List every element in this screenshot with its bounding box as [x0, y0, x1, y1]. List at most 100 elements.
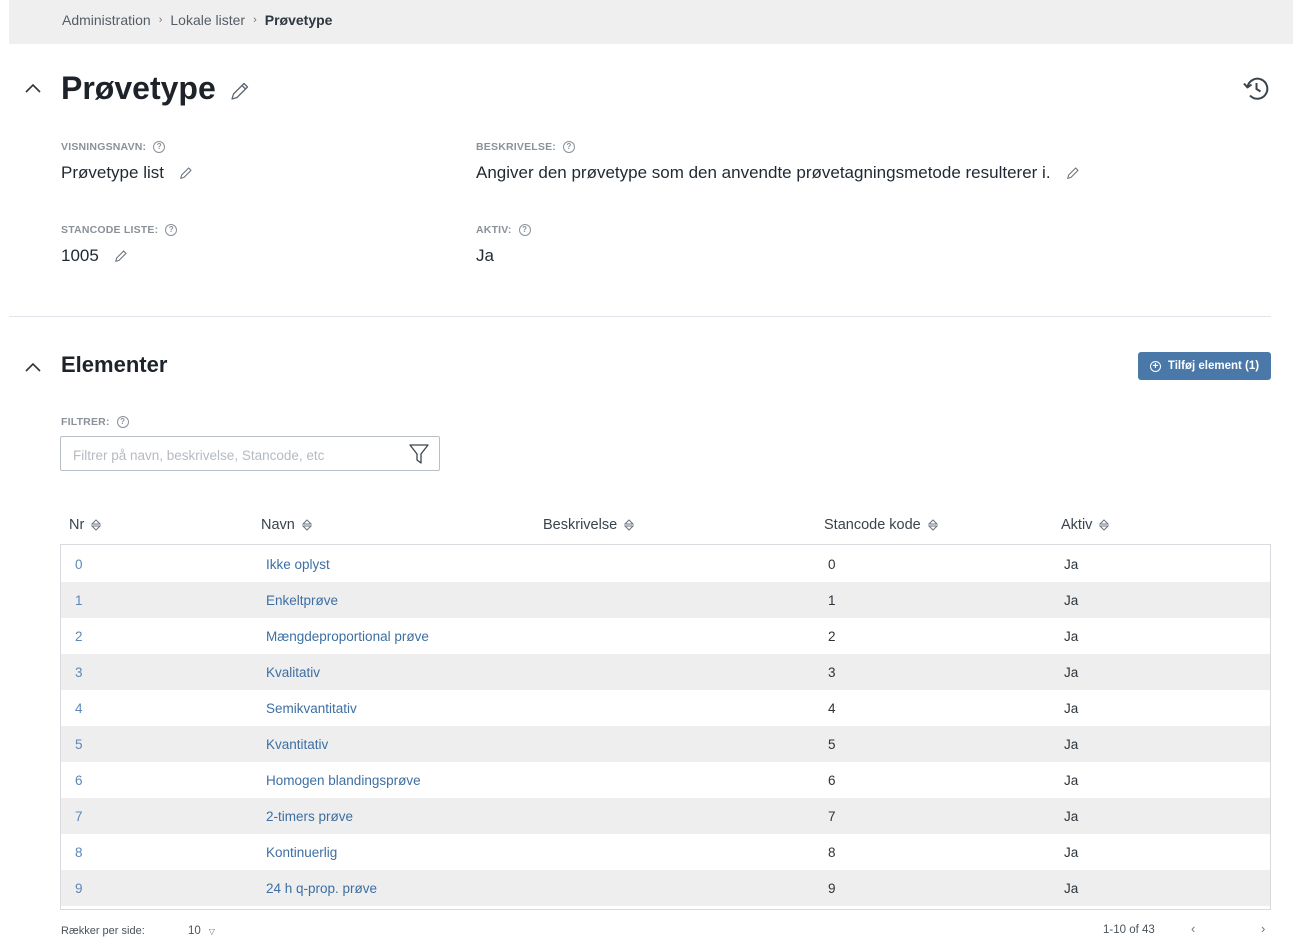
- cell-aktiv: Ja: [1064, 701, 1079, 716]
- sort-icon: [91, 519, 102, 531]
- visningsnavn-label: VISNINGSNAVN: ?: [61, 141, 166, 153]
- cell-nr: 1: [75, 593, 83, 608]
- cell-navn-link[interactable]: Kvantitativ: [266, 737, 328, 752]
- table-row[interactable]: 0 Ikke oplyst 0 Ja: [61, 546, 1270, 582]
- table-row[interactable]: 1 Enkeltprøve 1 Ja: [61, 582, 1270, 618]
- column-header-aktiv[interactable]: Aktiv: [1061, 517, 1110, 533]
- rows-per-page-label: Rækker per side:: [61, 925, 145, 937]
- column-header-navn[interactable]: Navn: [261, 517, 312, 533]
- aktiv-value: Ja: [476, 246, 494, 265]
- cell-stancode: 1: [828, 593, 836, 608]
- column-header-beskrivelse[interactable]: Beskrivelse: [543, 517, 635, 533]
- sort-icon: [301, 519, 312, 531]
- cell-aktiv: Ja: [1064, 629, 1079, 644]
- cell-aktiv: Ja: [1064, 593, 1079, 608]
- breadcrumb-item-administration[interactable]: Administration: [62, 12, 151, 28]
- section-divider: [9, 316, 1271, 317]
- stancode-liste-value: 1005: [61, 246, 129, 266]
- breadcrumb-separator-icon: ›: [158, 14, 163, 26]
- table-row[interactable]: 9 24 h q-prop. prøve 9 Ja: [61, 870, 1270, 906]
- chevron-up-icon[interactable]: [22, 78, 44, 100]
- section-title: Elementer: [61, 352, 168, 377]
- cell-nr: 2: [75, 629, 83, 644]
- cell-aktiv: Ja: [1064, 737, 1079, 752]
- column-header-nr[interactable]: Nr: [69, 517, 102, 533]
- table-row[interactable]: 3 Kvalitativ 3 Ja: [61, 654, 1270, 690]
- table-row[interactable]: 4 Semikvantitativ 4 Ja: [61, 690, 1270, 726]
- cell-navn-link[interactable]: Semikvantitativ: [266, 701, 357, 716]
- help-icon[interactable]: ?: [518, 224, 531, 236]
- table-row[interactable]: 6 Homogen blandingsprøve 6 Ja: [61, 762, 1270, 798]
- cell-stancode: 5: [828, 737, 836, 752]
- previous-page-button[interactable]: ‹: [1191, 921, 1195, 936]
- cell-navn-link[interactable]: Mængdeproportional prøve: [266, 629, 429, 644]
- breadcrumb: Administration › Lokale lister › Prøvety…: [62, 12, 332, 28]
- cell-aktiv: Ja: [1064, 773, 1079, 788]
- pencil-icon[interactable]: [178, 165, 194, 181]
- sort-icon: [927, 519, 938, 531]
- cell-nr: 0: [75, 557, 83, 572]
- help-icon[interactable]: ?: [116, 416, 129, 428]
- history-icon[interactable]: [1241, 74, 1271, 104]
- cell-nr: 4: [75, 701, 83, 716]
- filter-icon[interactable]: [408, 442, 430, 466]
- breadcrumb-separator-icon: ›: [253, 14, 257, 26]
- help-icon[interactable]: ?: [165, 224, 178, 236]
- cell-navn-link[interactable]: Kontinuerlig: [266, 845, 337, 860]
- cell-navn-link[interactable]: 2-timers prøve: [266, 809, 353, 824]
- aktiv-label: AKTIV: ?: [476, 224, 531, 236]
- next-page-button[interactable]: ›: [1261, 921, 1265, 936]
- cell-stancode: 4: [828, 701, 836, 716]
- column-header-stancode-kode[interactable]: Stancode kode: [824, 517, 938, 533]
- cell-stancode: 0: [828, 557, 836, 572]
- stancode-liste-label: STANCODE LISTE: ?: [61, 224, 178, 236]
- table-row[interactable]: 7 2-timers prøve 7 Ja: [61, 798, 1270, 834]
- filter-input[interactable]: [71, 443, 395, 467]
- pencil-icon[interactable]: [113, 248, 129, 264]
- beskrivelse-label: BESKRIVELSE: ?: [476, 141, 575, 153]
- sort-icon: [1099, 519, 1110, 531]
- cell-stancode: 9: [828, 881, 836, 896]
- cell-navn-link[interactable]: Kvalitativ: [266, 665, 320, 680]
- help-icon[interactable]: ?: [563, 141, 575, 153]
- dropdown-arrow-icon: ▽: [208, 926, 215, 936]
- rows-per-page-select[interactable]: 10 ▽: [188, 925, 215, 937]
- filter-label: FILTRER: ?: [61, 416, 129, 428]
- breadcrumb-bar: Administration › Lokale lister › Prøvety…: [9, 0, 1293, 44]
- breadcrumb-item-lokale-lister[interactable]: Lokale lister: [170, 12, 245, 28]
- cell-aktiv: Ja: [1064, 845, 1079, 860]
- cell-aktiv: Ja: [1064, 809, 1079, 824]
- breadcrumb-current: Prøvetype: [264, 12, 333, 28]
- plus-circle-icon: +: [1149, 360, 1161, 372]
- pencil-icon[interactable]: [1065, 165, 1081, 181]
- filter-box: [60, 436, 440, 471]
- help-icon[interactable]: ?: [153, 141, 166, 153]
- cell-stancode: 8: [828, 845, 836, 860]
- cell-navn-link[interactable]: Enkeltprøve: [266, 593, 338, 608]
- cell-navn-link[interactable]: Ikke oplyst: [266, 557, 330, 572]
- cell-stancode: 3: [828, 665, 836, 680]
- cell-nr: 8: [75, 845, 83, 860]
- page-title: Prøvetype: [61, 70, 216, 106]
- cell-nr: 3: [75, 665, 83, 680]
- table-row[interactable]: 5 Kvantitativ 5 Ja: [61, 726, 1270, 762]
- cell-stancode: 7: [828, 809, 836, 824]
- cell-navn-link[interactable]: Homogen blandingsprøve: [266, 773, 421, 788]
- cell-aktiv: Ja: [1064, 881, 1079, 896]
- cell-aktiv: Ja: [1064, 665, 1079, 680]
- cell-stancode: 2: [828, 629, 836, 644]
- pagination-range: 1-10 of 43: [1103, 924, 1155, 936]
- table-row[interactable]: 2 Mængdeproportional prøve 2 Ja: [61, 618, 1270, 654]
- add-element-button[interactable]: + Tilføj element (1): [1138, 352, 1271, 380]
- cell-nr: 5: [75, 737, 83, 752]
- visningsnavn-value: Prøvetype list: [61, 163, 194, 183]
- beskrivelse-value: Angiver den prøvetype som den anvendte p…: [476, 163, 1081, 183]
- cell-nr: 7: [75, 809, 83, 824]
- cell-nr: 9: [75, 881, 83, 896]
- elements-table: 0 Ikke oplyst 0 Ja 1 Enkeltprøve 1 Ja 2 …: [60, 544, 1271, 910]
- pencil-icon[interactable]: [228, 79, 252, 103]
- sort-icon: [624, 519, 635, 531]
- chevron-up-icon[interactable]: [22, 357, 44, 379]
- table-row[interactable]: 8 Kontinuerlig 8 Ja: [61, 834, 1270, 870]
- cell-navn-link[interactable]: 24 h q-prop. prøve: [266, 881, 377, 896]
